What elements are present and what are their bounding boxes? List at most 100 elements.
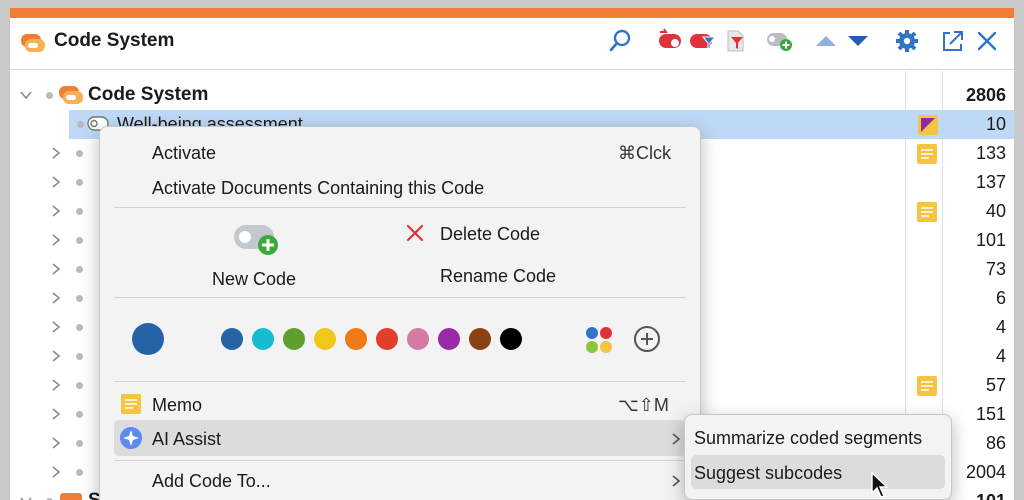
tree-row-count: 57 [985,375,1006,395]
search-icon[interactable] [608,28,634,54]
tree-dot [76,411,83,418]
tree-dot [76,295,83,302]
color-swatch-black[interactable] [500,328,522,350]
tree-dot [76,179,83,186]
chevron-down-icon[interactable] [18,493,34,500]
menu-separator [114,460,686,461]
code-set-icon [60,493,82,500]
tree-row-count: 73 [985,259,1006,279]
tree-dot [76,440,83,447]
undock-icon[interactable] [940,28,966,54]
tree-dot [76,353,83,360]
tree-dot [76,324,83,331]
move-down-icon[interactable] [846,28,870,54]
chevron-right-icon[interactable] [48,464,64,480]
tree-root-label: Code System [88,84,209,105]
menu-item-delete-code[interactable]: Delete Code [440,224,540,245]
menu-item-activate[interactable]: Activate [152,143,216,164]
memo-icon[interactable] [916,143,938,165]
tree-row-root[interactable]: Code System 2806 [10,81,1014,110]
color-swatch-yellow[interactable] [314,328,336,350]
chevron-right-icon[interactable] [48,319,64,335]
tree-row-count: 101 [975,230,1006,250]
new-code-icon[interactable] [766,28,794,54]
submenu-item-suggest-subcodes[interactable]: Suggest subcodes [694,463,842,484]
memo-icon[interactable] [917,114,939,136]
menu-item-memo[interactable]: Memo [152,395,202,416]
tree-row-count: 101 [976,491,1006,500]
chevron-right-icon[interactable] [48,435,64,451]
color-swatch-orange[interactable] [345,328,367,350]
chevron-right-icon [672,433,681,445]
color-swatch-green[interactable] [283,328,305,350]
tree-dot [76,266,83,273]
doc-filter-icon[interactable] [722,28,748,54]
memo-icon [121,394,141,414]
menu-separator [114,297,686,298]
tree-row-count: 6 [995,288,1006,308]
tree-row-count: 4 [995,317,1006,337]
mouse-cursor-icon [871,472,889,498]
memo-shortcut: ⌥⇧M [618,395,669,415]
chevron-right-icon[interactable] [48,232,64,248]
color-palette-icon[interactable] [584,325,614,355]
panel-title: Code System [54,30,175,51]
color-swatch-red[interactable] [376,328,398,350]
menu-separator [114,381,686,382]
activate-shortcut: ⌘Clck [618,143,671,163]
settings-icon[interactable] [894,28,920,54]
chevron-right-icon[interactable] [48,261,64,277]
window-header: Code System [10,18,1014,70]
tree-dot [76,150,83,157]
tree-dot [76,382,83,389]
code-system-icon [59,86,83,104]
new-code-icon[interactable] [232,221,282,257]
memo-icon[interactable] [916,201,938,223]
color-swatch-brown[interactable] [469,328,491,350]
menu-item-add-code-to[interactable]: Add Code To... [152,471,271,492]
ai-assist-icon [120,427,142,449]
tree-dot [76,237,83,244]
chevron-right-icon[interactable] [48,406,64,422]
color-swatch-blue[interactable] [221,328,243,350]
menu-item-activate-documents[interactable]: Activate Documents Containing this Code [152,178,484,199]
chevron-right-icon[interactable] [48,203,64,219]
tree-row-count: 133 [975,143,1006,163]
tree-dot [76,469,83,476]
menu-item-ai-assist[interactable]: AI Assist [152,429,221,450]
tree-selected-count: 10 [985,114,1006,134]
code-system-icon [21,34,45,52]
move-up-icon[interactable] [814,28,838,54]
tree-row-count: 137 [975,172,1006,192]
chevron-down-icon[interactable] [18,87,34,103]
tree-row-count: 86 [985,433,1006,453]
color-swatch-cyan[interactable] [252,328,274,350]
submenu-item-summarize[interactable]: Summarize coded segments [694,428,922,449]
add-color-icon[interactable] [633,325,661,353]
tree-row-count: 4 [995,346,1006,366]
chevron-right-icon[interactable] [48,348,64,364]
menu-separator [114,207,686,208]
tree-row-count: 40 [985,201,1006,221]
chevron-right-icon[interactable] [48,377,64,393]
tree-dot [46,92,53,99]
memo-icon[interactable] [916,375,938,397]
tree-row-count: 2004 [965,462,1006,482]
tree-dot [76,208,83,215]
close-icon[interactable] [974,28,1000,54]
filter-code-icon[interactable] [688,28,718,54]
chevron-right-icon[interactable] [48,174,64,190]
chevron-right-icon [672,475,681,487]
tree-dot [77,121,84,128]
tree-row-count: 151 [975,404,1006,424]
activate-code-icon[interactable] [656,28,684,54]
delete-icon[interactable] [405,223,425,243]
color-swatch-purple[interactable] [438,328,460,350]
chevron-right-icon[interactable] [48,290,64,306]
tree-root-count: 2806 [965,85,1006,105]
color-swatch-pink[interactable] [407,328,429,350]
menu-item-new-code[interactable]: New Code [212,269,296,290]
chevron-right-icon[interactable] [48,145,64,161]
menu-item-rename-code[interactable]: Rename Code [440,266,556,287]
current-color-swatch [132,323,164,355]
